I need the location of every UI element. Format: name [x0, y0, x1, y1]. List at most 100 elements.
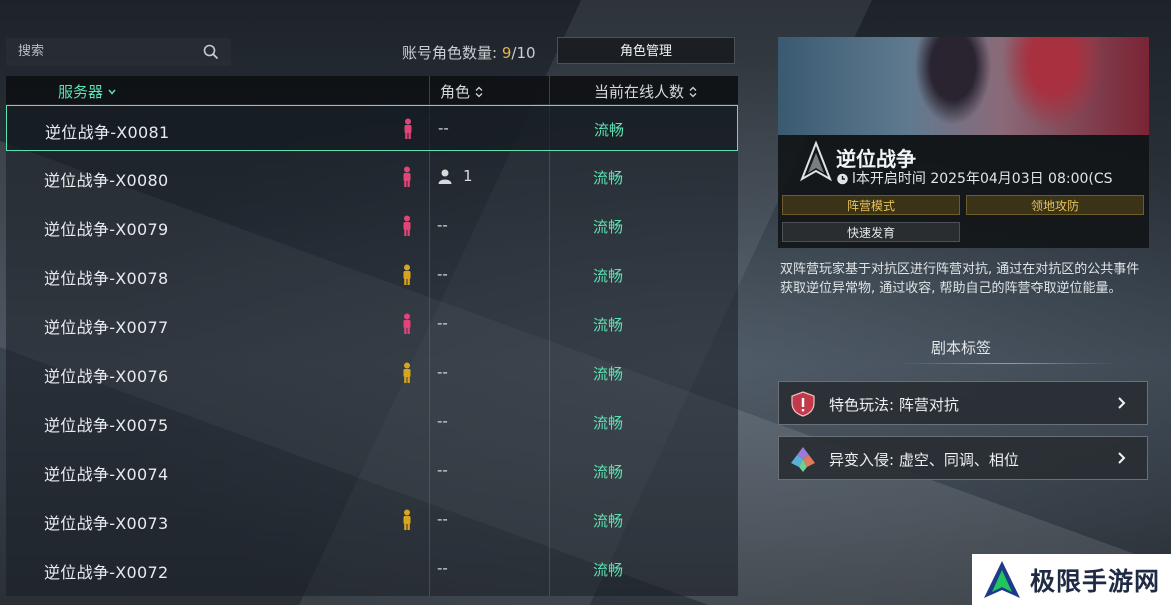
role-cell: --: [437, 461, 448, 479]
server-name: 逆位战争-X0080: [44, 171, 169, 190]
tag-territory: 领地攻防: [966, 195, 1144, 215]
table-header: 服务器 角色 当前在线人数: [6, 76, 738, 104]
column-header-server[interactable]: 服务器: [58, 81, 116, 102]
server-name: 逆位战争-X0072: [44, 563, 169, 582]
role-cell: --: [437, 265, 448, 283]
feature-mutation-invasion[interactable]: 异变入侵: 虚空、同调、相位: [778, 436, 1148, 480]
server-status: 流畅: [593, 512, 624, 530]
column-header-online-label: 当前在线人数: [594, 83, 685, 101]
role-cell: --: [437, 510, 448, 528]
table-row[interactable]: 逆位战争-X0074 -- 流畅: [6, 448, 738, 494]
feature-label: 特色玩法: 阵营对抗: [829, 396, 959, 414]
table-row[interactable]: 逆位战争-X0075 -- 流畅: [6, 399, 738, 445]
server-name: 逆位战争-X0075: [44, 416, 169, 435]
server-name: 逆位战争-X0078: [44, 269, 169, 288]
watermark-text: 极限手游网: [1030, 566, 1161, 596]
role-placeholder: --: [437, 461, 448, 479]
server-name: 逆位战争-X0077: [44, 318, 169, 337]
role-cell: --: [437, 559, 448, 577]
table-row[interactable]: 逆位战争-X0072 -- 流畅: [6, 546, 738, 592]
search-input[interactable]: [16, 43, 200, 60]
role-placeholder: --: [437, 363, 448, 381]
role-placeholder: --: [437, 265, 448, 283]
server-status: 流畅: [593, 414, 624, 432]
shield-alert-icon: [791, 391, 815, 417]
yellow-figure-icon: [403, 264, 411, 285]
server-status: 流畅: [593, 365, 624, 383]
role-placeholder: --: [437, 559, 448, 577]
column-header-role[interactable]: 角色: [440, 81, 483, 102]
count-current: 9: [501, 44, 512, 62]
server-status: 流畅: [593, 316, 624, 334]
role-manage-button[interactable]: 角色管理: [557, 37, 735, 64]
game-description: 双阵营玩家基于对抗区进行阵营对抗, 通过在对抗区的公共事件获取逆位异常物, 通过…: [780, 262, 1140, 296]
banner-character: [998, 37, 1108, 135]
server-name: 逆位战争-X0076: [44, 367, 169, 386]
search-icon[interactable]: [203, 44, 219, 60]
header-divider: [549, 76, 550, 104]
role-cell: --: [437, 412, 448, 430]
section-divider: [900, 363, 1115, 364]
count-label-text: 账号角色数量:: [402, 44, 502, 62]
server-name: 逆位战争-X0073: [44, 514, 169, 533]
count-max: 10: [516, 44, 536, 62]
role-cell: 1: [437, 167, 473, 185]
sort-icon: [689, 86, 697, 97]
open-time-text: l本开启时间 2025年04月03日 08:00(CS: [852, 171, 1113, 187]
table-row[interactable]: 逆位战争-X0081 -- 流畅: [6, 105, 738, 151]
sort-icon: [475, 86, 483, 97]
mutation-icon: [791, 447, 815, 472]
column-header-server-label: 服务器: [58, 83, 104, 101]
open-time: l本开启时间 2025年04月03日 08:00(CS: [836, 168, 1146, 188]
server-status: 流畅: [593, 267, 624, 285]
clock-icon: [837, 173, 848, 184]
server-status: 流畅: [593, 218, 624, 236]
table-row[interactable]: 逆位战争-X0079 -- 流畅: [6, 203, 738, 249]
server-status: 流畅: [593, 561, 624, 579]
table-row[interactable]: 逆位战争-X0076 -- 流畅: [6, 350, 738, 396]
game-banner-image: [778, 37, 1149, 135]
column-header-online[interactable]: 当前在线人数: [594, 81, 697, 102]
chevron-right-icon: [1118, 452, 1126, 464]
role-placeholder: --: [437, 314, 448, 332]
pink-figure-icon: [403, 215, 411, 236]
tag-fast-growth: 快速发育: [782, 222, 960, 242]
role-placeholder: --: [437, 412, 448, 430]
chevron-down-icon: [108, 89, 116, 95]
header-divider: [429, 76, 430, 104]
table-row[interactable]: 逆位战争-X0077 -- 流畅: [6, 301, 738, 347]
role-placeholder: --: [437, 216, 448, 234]
game-logo-icon: [800, 141, 832, 182]
feature-label: 异变入侵: 虚空、同调、相位: [829, 451, 1019, 469]
banner-character: [908, 37, 998, 135]
account-role-count: 账号角色数量: 9/10: [402, 42, 536, 63]
server-name: 逆位战争-X0079: [44, 220, 169, 239]
watermark-logo-icon: [984, 560, 1020, 598]
pink-figure-icon: [403, 313, 411, 334]
server-table: 服务器 角色 当前在线人数 逆位战争-X0081 -- 流畅 逆位战争-X0080 1 流…: [6, 76, 738, 596]
server-name: 逆位战争-X0081: [45, 123, 170, 142]
pink-figure-icon: [403, 166, 411, 187]
table-row[interactable]: 逆位战争-X0073 -- 流畅: [6, 497, 738, 543]
server-status: 流畅: [594, 121, 625, 139]
chevron-right-icon: [1118, 397, 1126, 409]
role-cell: --: [437, 363, 448, 381]
yellow-figure-icon: [403, 509, 411, 530]
watermark: 极限手游网: [972, 554, 1171, 605]
section-title-script-tags: 剧本标签: [931, 339, 992, 357]
role-count: 1: [463, 167, 473, 185]
search-box[interactable]: [6, 38, 231, 66]
table-row[interactable]: 逆位战争-X0080 1 流畅: [6, 154, 738, 200]
column-header-role-label: 角色: [440, 83, 471, 101]
person-icon: [438, 169, 452, 184]
role-placeholder: --: [438, 119, 449, 137]
server-name: 逆位战争-X0074: [44, 465, 169, 484]
game-info-box: 逆位战争 l本开启时间 2025年04月03日 08:00(CS 阵营模式 领地…: [778, 135, 1149, 248]
role-cell: --: [438, 119, 449, 137]
feature-camp-battle[interactable]: 特色玩法: 阵营对抗: [778, 381, 1148, 425]
role-cell: --: [437, 216, 448, 234]
table-row[interactable]: 逆位战争-X0078 -- 流畅: [6, 252, 738, 298]
role-cell: --: [437, 314, 448, 332]
role-placeholder: --: [437, 510, 448, 528]
yellow-figure-icon: [403, 362, 411, 383]
